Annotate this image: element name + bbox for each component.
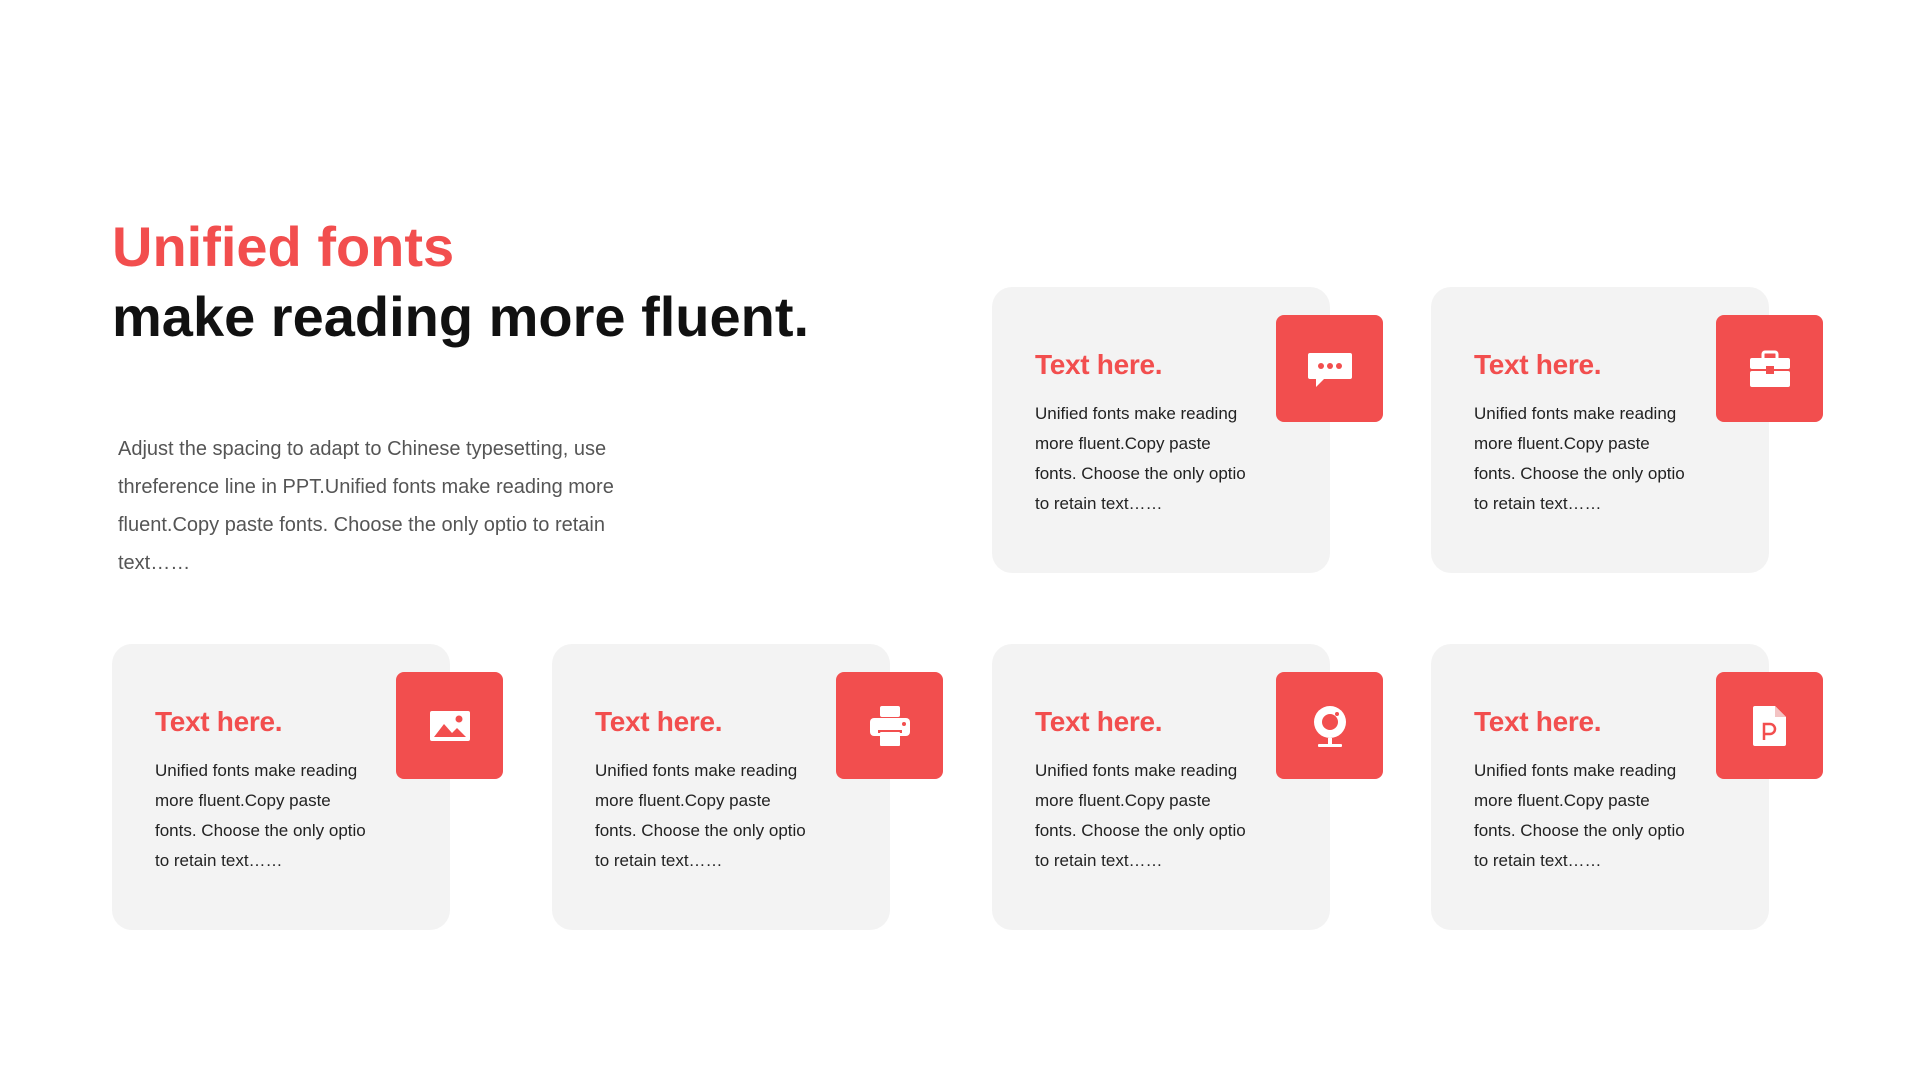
card-text: Unified fonts make reading more fluent.C… [1035,761,1246,870]
headline-main: make reading more fluent. [112,285,810,348]
card-text: Unified fonts make reading more fluent.C… [1474,404,1685,513]
headline-accent: Unified fonts [112,215,455,278]
webcam-icon [1276,672,1383,779]
card-title: Text here. [1035,349,1163,380]
slide: Unified fonts make reading more fluent. … [0,0,1920,1080]
card-text: Unified fonts make reading more fluent.C… [1035,404,1246,513]
card-text: Unified fonts make reading more fluent.C… [595,761,806,870]
briefcase-icon [1716,315,1823,422]
image-icon [396,672,503,779]
chat-bubble-icon [1276,315,1383,422]
card-text: Unified fonts make reading more fluent.C… [155,761,366,870]
intro-paragraph: Adjust the spacing to adapt to Chinese t… [118,438,614,574]
card-title: Text here. [595,706,723,737]
card-title: Text here. [1035,706,1163,737]
card-title: Text here. [1474,349,1602,380]
card-title: Text here. [155,706,283,737]
card-title: Text here. [1474,706,1602,737]
printer-icon [836,672,943,779]
powerpoint-file-icon [1716,672,1823,779]
headline: Unified fonts make reading more fluent. [112,212,809,352]
card-text: Unified fonts make reading more fluent.C… [1474,761,1685,870]
